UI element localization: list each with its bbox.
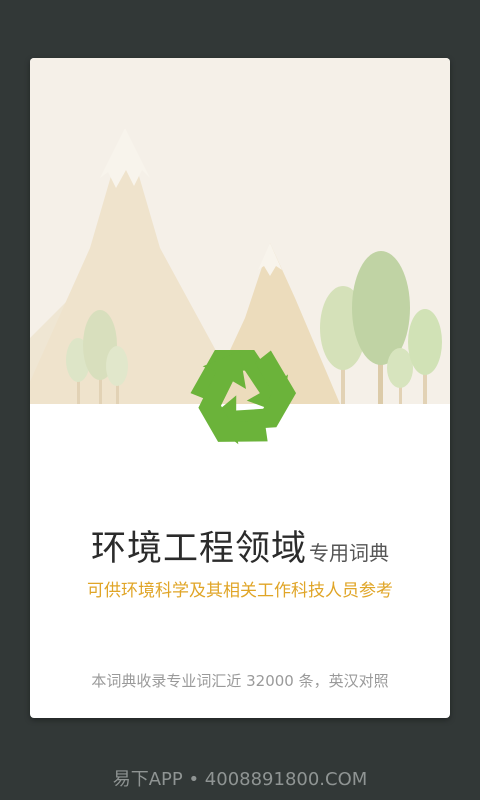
title-sub: 专用词典 — [309, 541, 389, 565]
app-title: 环境工程领域 专用词典 — [30, 520, 450, 571]
footer-branding: 易下APP • 4008891800.COM — [112, 769, 368, 790]
recycle-icon — [168, 320, 318, 470]
tagline: 可供环境科学及其相关工作科技人员参考 — [87, 581, 393, 601]
splash-card: 环境工程领域 专用词典 可供环境科学及其相关工作科技人员参考 本词典收录专业词汇近… — [30, 58, 450, 718]
dictionary-info: 本词典收录专业词汇近 32000 条，英汉对照 — [91, 672, 389, 690]
title-main: 环境工程领域 — [90, 529, 307, 569]
